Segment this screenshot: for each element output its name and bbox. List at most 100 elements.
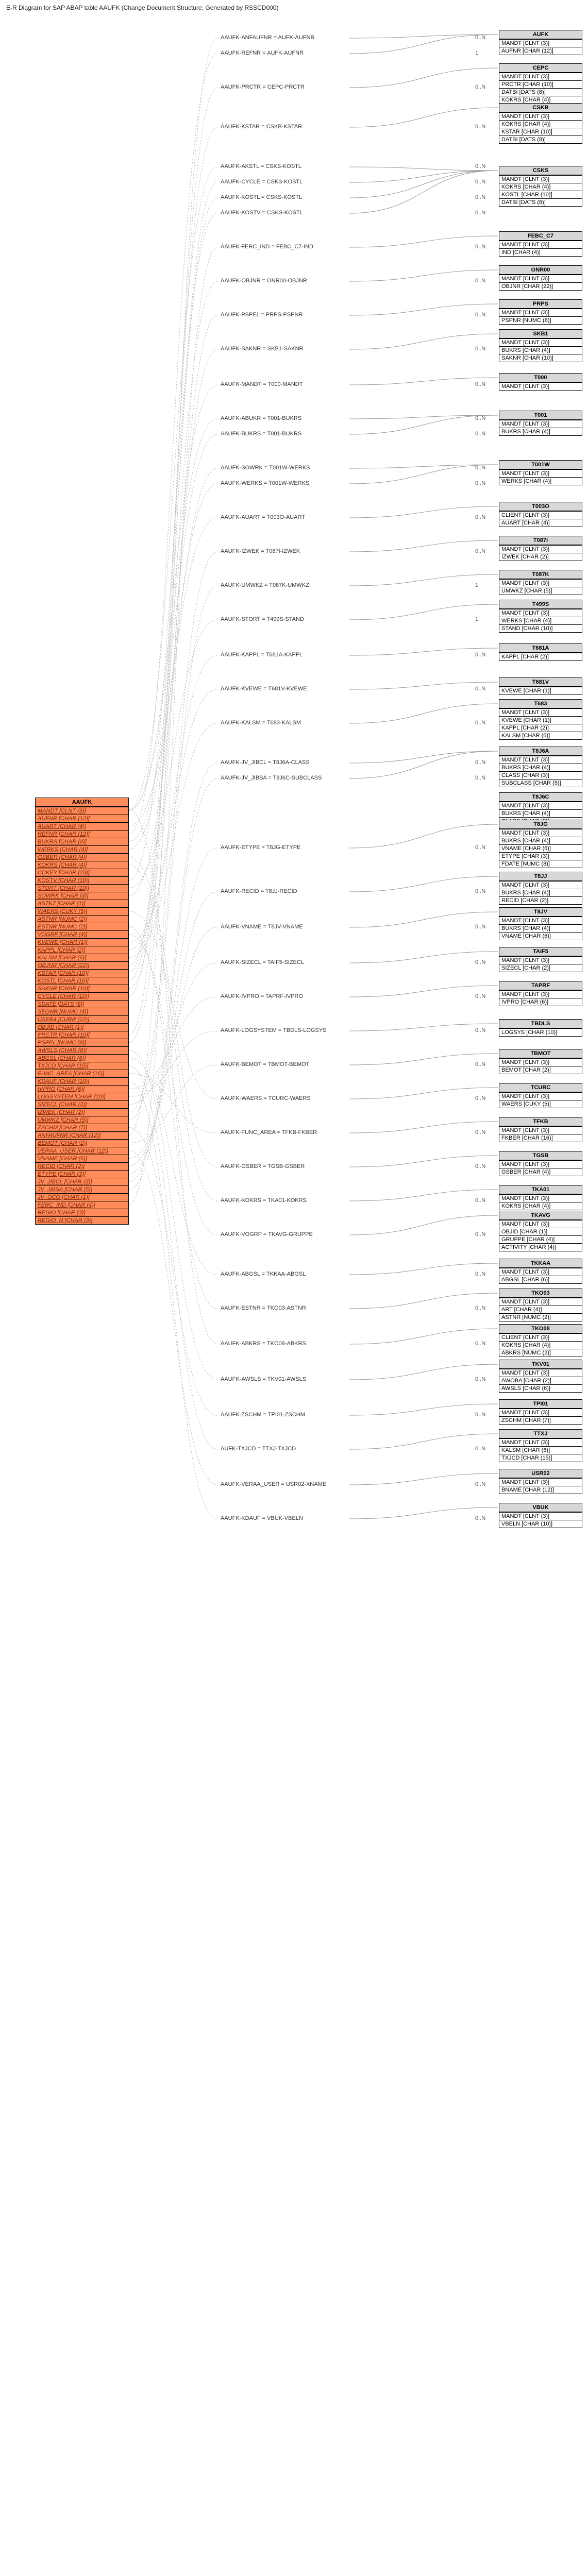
entity-vbuk: VBUKMANDT [CLNT (3)]VBELN [CHAR (10)] — [499, 1503, 582, 1528]
entity-header: TBMOT — [499, 1049, 582, 1058]
cardinality-label: 0..N — [475, 312, 485, 318]
cardinality-label: 1 — [475, 616, 478, 622]
relationship-label: AAUFK-KSTAR = CSKB-KSTAR — [221, 124, 302, 130]
entity-t681v: T681VKVEWE [CHAR (1)] — [499, 677, 582, 695]
relationship-label: AAUFK-KOKRS = TKA01-KOKRS — [221, 1197, 307, 1204]
entity-field: ANFAUFNR [CHAR (12)] — [36, 1131, 128, 1139]
entity-field: KVEWE [CHAR (1)] — [36, 938, 128, 946]
entity-field: BNAME [CHAR (12)] — [499, 1486, 582, 1494]
entity-field: TXJCD [CHAR (15)] — [36, 1062, 128, 1070]
cardinality-label: 0..N — [475, 346, 485, 352]
entity-skb1: SKB1MANDT [CLNT (3)]BUKRS [CHAR (4)]SAKN… — [499, 329, 582, 362]
entity-field: SUBCLASS [CHAR (5)] — [499, 779, 582, 787]
cardinality-label: 0..N — [475, 1027, 485, 1033]
entity-field: PRCTR [CHAR (10)] — [36, 1031, 128, 1039]
relationship-label: AAUFK-AWSLS = TKV01-AWSLS — [221, 1376, 306, 1382]
cardinality-label: 0..N — [475, 480, 485, 486]
entity-field: SAKNR [CHAR (10)] — [499, 354, 582, 362]
entity-tgsb: TGSBMANDT [CLNT (3)]GSBER [CHAR (4)] — [499, 1151, 582, 1176]
entity-field: MANDT [CLNT (3)] — [499, 73, 582, 80]
entity-field: KSTAR [CHAR (10)] — [36, 969, 128, 977]
relationship-label: AAUFK-STORT = T499S-STAND — [221, 616, 304, 622]
entity-field: WAERS [CUKY (5)] — [499, 1100, 582, 1108]
entity-field: KALSM [CHAR (6)] — [499, 1446, 582, 1454]
entity-field: MANDT [CLNT (3)] — [499, 1438, 582, 1446]
entity-tcurc: TCURCMANDT [CLNT (3)]WAERS [CUKY (5)] — [499, 1083, 582, 1108]
entity-field: CLASS [CHAR (3)] — [499, 771, 582, 779]
entity-field: KVEWE [CHAR (1)] — [499, 716, 582, 724]
entity-field: TXJCD [CHAR (15)] — [499, 1454, 582, 1462]
entity-field: MANDT [CLNT (3)] — [499, 1268, 582, 1276]
entity-header: T683 — [499, 700, 582, 708]
entity-field: CLIENT [CLNT (3)] — [499, 1333, 582, 1341]
entity-field: VNAME [CHAR (6)] — [499, 932, 582, 940]
entity-field: VNAME [CHAR (6)] — [36, 1155, 128, 1162]
cardinality-label: 0..N — [475, 431, 485, 437]
relationship-label: AAUFK-VNAME = T8JV-VNAME — [221, 924, 303, 930]
relationship-label: AAUFK-WERKS = T001W-WERKS — [221, 480, 309, 486]
entity-field: FERC_IND [CHAR (4)] — [36, 1201, 128, 1209]
entity-field: BUKRS [CHAR (4)] — [36, 838, 128, 845]
cardinality-label: 0..N — [475, 415, 485, 421]
entity-field: SAKNR [CHAR (10)] — [36, 985, 128, 992]
relationship-label: AAUFK-KVEWE = T681V-KVEWE — [221, 686, 307, 692]
cardinality-label: 0..N — [475, 194, 485, 200]
entity-field: UMWKZ [CHAR (5)] — [499, 587, 582, 595]
entity-t681a: T681AKAPPL [CHAR (2)] — [499, 643, 582, 661]
entity-onr00: ONR00MANDT [CLNT (3)]OBJNR [CHAR (22)] — [499, 265, 582, 291]
entity-field: KOKRS [CHAR (4)] — [36, 861, 128, 869]
entity-field: MANDT [CLNT (3)] — [499, 241, 582, 248]
entity-header: AAUFK — [36, 798, 128, 807]
entity-field: MANDT [CLNT (3)] — [499, 420, 582, 428]
entity-field: MANDT [CLNT (3)] — [499, 1092, 582, 1100]
relationship-label: AAUFK-AUART = T003O-AUART — [221, 514, 305, 520]
entity-prps: PRPSMANDT [CLNT (3)]PSPNR [NUMC (8)] — [499, 299, 582, 325]
entity-field: GSBER [CHAR (4)] — [499, 1168, 582, 1176]
entity-field: MANDT [CLNT (3)] — [499, 579, 582, 587]
entity-header: TAIF5 — [499, 947, 582, 956]
entity-field: MANDT [CLNT (3)] — [499, 917, 582, 924]
relationship-label: AAUFK-IZWEK = T087I-IZWEK — [221, 548, 300, 554]
entity-field: ZSCHM [CHAR (7)] — [36, 1124, 128, 1131]
relationship-label: AAUFK-FUNC_AREA = TFKB-FKBER — [221, 1129, 317, 1136]
entity-field: DATBI [DATS (8)] — [499, 198, 582, 206]
entity-field: BUKRS [CHAR (4)] — [499, 428, 582, 435]
entity-field: ASTNR [NUMC (2)] — [36, 915, 128, 923]
entity-field: MANDT [CLNT (3)] — [499, 338, 582, 346]
entity-field: STAND [CHAR (10)] — [499, 624, 582, 632]
relationship-label: AAUFK-ABUKR = T001-BUKRS — [221, 415, 301, 421]
cardinality-label: 0..N — [475, 686, 485, 692]
entity-field: KDAUF [CHAR (10)] — [36, 1077, 128, 1085]
entity-field: REGIO [CHAR (3)] — [36, 1209, 128, 1216]
entity-field: KOKRS [CHAR (4)] — [499, 1202, 582, 1210]
entity-header: TTXJ — [499, 1430, 582, 1438]
relationship-label: AAUFK-MANDT = T000-MANDT — [221, 381, 303, 387]
entity-t001w: T001WMANDT [CLNT (3)]WERKS [CHAR (4)] — [499, 460, 582, 485]
entity-field: SIZECL [CHAR (2)] — [499, 964, 582, 972]
entity-header: TBDLS — [499, 1020, 582, 1028]
entity-field: MANDT [CLNT (3)] — [499, 756, 582, 764]
cardinality-label: 0..N — [475, 1341, 485, 1347]
entity-header: T8JJ — [499, 872, 582, 881]
cardinality-label: 0..N — [475, 84, 485, 90]
entity-field: IZWEK [CHAR (2)] — [499, 553, 582, 561]
entity-field: PSPEL [NUMC (8)] — [36, 1039, 128, 1046]
entity-header: T681V — [499, 678, 582, 687]
entity-field: REGIO_N [CHAR (3)] — [36, 1216, 128, 1224]
entity-field: BUKRS [CHAR (4)] — [499, 809, 582, 817]
cardinality-label: 0..N — [475, 1197, 485, 1204]
entity-t087i: T087IMANDT [CLNT (3)]IZWEK [CHAR (2)] — [499, 536, 582, 561]
relationship-label: AAUFK-WAERS = TCURC-WAERS — [221, 1095, 311, 1101]
entity-header: TKV01 — [499, 1360, 582, 1369]
cardinality-label: 0..N — [475, 1271, 485, 1277]
relationship-label: AAUFK-BUKRS = T001-BUKRS — [221, 431, 301, 437]
entity-field: GRUPPE [CHAR (4)] — [499, 1235, 582, 1243]
relationship-label: AAUFK-FERC_IND = FEBC_C7-IND — [221, 244, 313, 250]
entity-field: MANDT [CLNT (3)] — [499, 1409, 582, 1416]
cardinality-label: 0..N — [475, 844, 485, 851]
entity-field: VOGRP [CHAR (4)] — [36, 930, 128, 938]
entity-cskb: CSKBMANDT [CLNT (3)]KOKRS [CHAR (4)]KSTA… — [499, 103, 582, 144]
relationship-label: AAUFK-ETYPE = T8JG-ETYPE — [221, 844, 300, 851]
relationship-label: AAUFK-RECID = T8JJ-RECID — [221, 888, 297, 894]
entity-header: T8J6A — [499, 747, 582, 756]
